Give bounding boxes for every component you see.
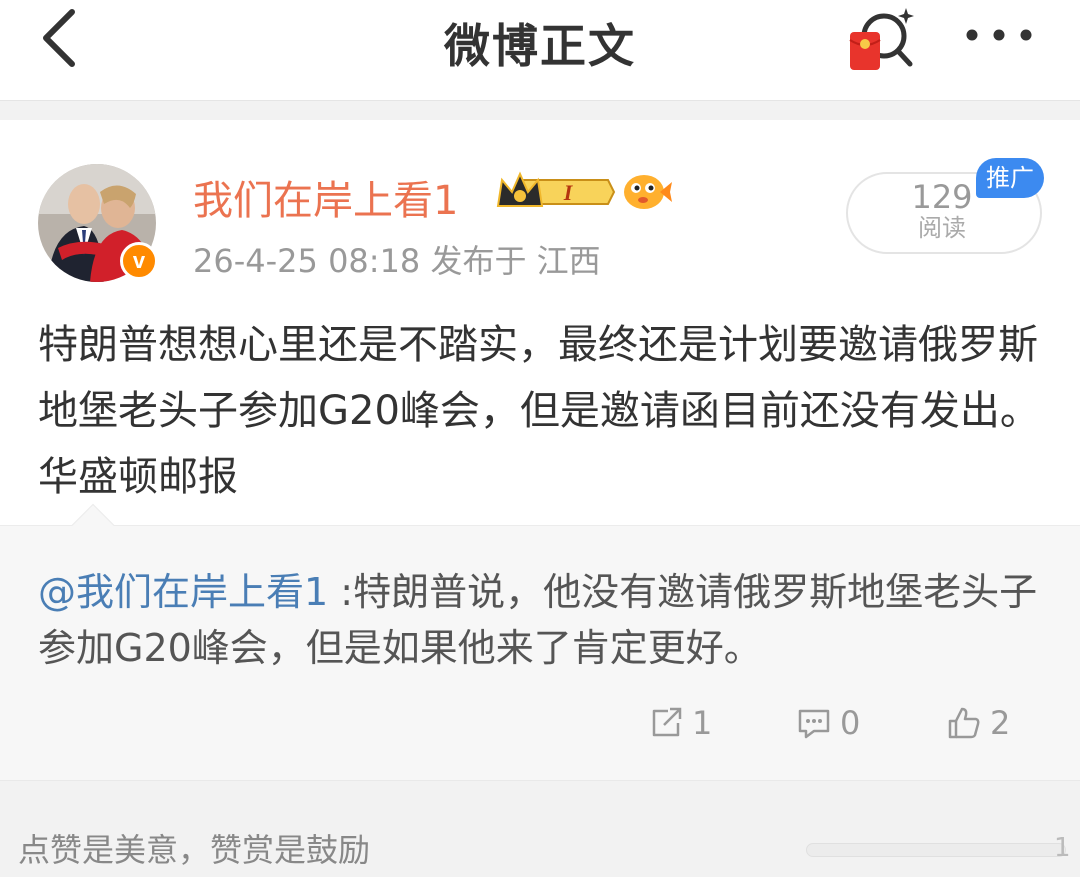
section-divider	[0, 100, 1080, 120]
verified-badge: v	[120, 242, 158, 280]
post-source: 发布于 江西	[430, 242, 601, 280]
username[interactable]: 我们在岸上看1	[193, 168, 458, 226]
retweet-actions: 1 0 2	[0, 698, 1080, 748]
thumbs-up-icon	[948, 707, 980, 739]
comment-count: 0	[840, 704, 861, 742]
post-text: 特朗普想想心里还是不踏实，最终还是计划要邀请俄罗斯地堡老头子参加G20峰会，但是…	[38, 322, 1040, 500]
svg-text:I: I	[563, 180, 574, 205]
top-navigation-bar: 微博正文	[0, 0, 1080, 100]
repost-count: 1	[692, 704, 713, 742]
repost-icon	[652, 707, 682, 737]
retweet-user-link[interactable]: @我们在岸上看1	[38, 570, 328, 614]
reward-text: 点赞是美意，赞赏是鼓励	[18, 831, 371, 869]
member-level-badge: I	[496, 171, 616, 207]
more-dots-icon[interactable]	[962, 18, 1036, 52]
post-meta: 26-4-25 08:18 发布于 江西	[193, 236, 601, 282]
repost-button[interactable]: 1	[648, 698, 712, 748]
reward-slider[interactable]	[806, 843, 1066, 857]
pufferfish-icon	[624, 175, 672, 209]
red-packet-search-icon[interactable]	[844, 4, 924, 74]
post-card: v 我们在岸上看1 I 26-4-25 08:18 发布于 江西 129 阅读 …	[0, 120, 1080, 525]
comment-button[interactable]: 0	[796, 698, 860, 748]
promote-tag[interactable]: 推广	[976, 158, 1044, 198]
retweet-text: @我们在岸上看1 :特朗普说，他没有邀请俄罗斯地堡老头子参加G20峰会，但是如果…	[38, 564, 1048, 676]
like-button[interactable]: 2	[946, 698, 1010, 748]
comment-icon	[798, 709, 830, 739]
read-label: 阅读	[918, 214, 966, 242]
retweet-section[interactable]: @我们在岸上看1 :特朗普说，他没有邀请俄罗斯地堡老头子参加G20峰会，但是如果…	[0, 503, 1080, 780]
reward-footer: 点赞是美意，赞赏是鼓励 1	[0, 780, 1080, 877]
slider-end-label: 1	[1054, 833, 1071, 863]
post-time: 26-4-25 08:18	[193, 242, 421, 280]
like-count: 2	[990, 704, 1011, 742]
